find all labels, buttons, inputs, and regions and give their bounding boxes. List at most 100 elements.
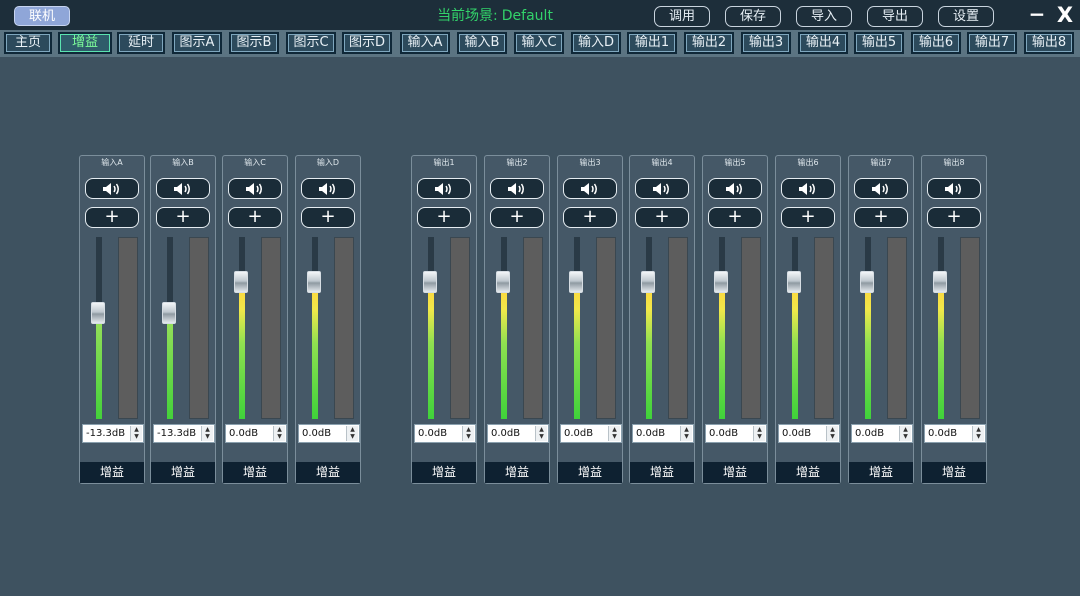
add-button[interactable]: + (854, 207, 908, 228)
fader-knob[interactable] (423, 271, 437, 293)
connect-button[interactable]: 联机 (14, 6, 70, 26)
mute-button[interactable] (301, 178, 355, 199)
spin-up-icon[interactable]: ▲ (900, 426, 911, 433)
gain-input[interactable]: 0.0dB ▲ ▼ (298, 424, 360, 443)
gain-spinner[interactable]: ▲ ▼ (462, 426, 474, 441)
add-button[interactable]: + (417, 207, 471, 228)
minimize-button[interactable]: − (1028, 3, 1046, 25)
spin-up-icon[interactable]: ▲ (609, 426, 620, 433)
add-button[interactable]: + (156, 207, 210, 228)
tab-4[interactable]: 图示B (229, 32, 279, 54)
spin-down-icon[interactable]: ▼ (973, 433, 984, 440)
mute-button[interactable] (85, 178, 139, 199)
fader-knob[interactable] (569, 271, 583, 293)
tab-1[interactable]: 增益 (58, 32, 112, 54)
gain-input[interactable]: 0.0dB ▲ ▼ (414, 424, 476, 443)
gain-spinner[interactable]: ▲ ▼ (753, 426, 765, 441)
fader-knob[interactable] (162, 302, 176, 324)
tab-5[interactable]: 图示C (286, 32, 336, 54)
add-button[interactable]: + (635, 207, 689, 228)
mute-button[interactable] (927, 178, 981, 199)
gain-spinner[interactable]: ▲ ▼ (346, 426, 358, 441)
add-button[interactable]: + (85, 207, 139, 228)
spin-up-icon[interactable]: ▲ (202, 426, 213, 433)
tab-6[interactable]: 图示D (342, 32, 392, 54)
tab-16[interactable]: 输出6 (911, 32, 961, 54)
gain-spinner[interactable]: ▲ ▼ (899, 426, 911, 441)
mute-button[interactable] (228, 178, 282, 199)
gain-input[interactable]: 0.0dB ▲ ▼ (560, 424, 622, 443)
tab-12[interactable]: 输出2 (684, 32, 734, 54)
import-button[interactable]: 导入 (796, 6, 852, 27)
tab-13[interactable]: 输出3 (741, 32, 791, 54)
add-button[interactable]: + (228, 207, 282, 228)
spin-down-icon[interactable]: ▼ (900, 433, 911, 440)
mute-button[interactable] (854, 178, 908, 199)
gain-input[interactable]: 0.0dB ▲ ▼ (705, 424, 767, 443)
mute-button[interactable] (708, 178, 762, 199)
tab-11[interactable]: 输出1 (627, 32, 677, 54)
tab-15[interactable]: 输出5 (854, 32, 904, 54)
spin-up-icon[interactable]: ▲ (463, 426, 474, 433)
fader-knob[interactable] (714, 271, 728, 293)
fader-knob[interactable] (91, 302, 105, 324)
gain-input[interactable]: -13.3dB ▲ ▼ (82, 424, 144, 443)
fader-knob[interactable] (933, 271, 947, 293)
close-button[interactable]: X (1054, 3, 1076, 27)
spin-down-icon[interactable]: ▼ (609, 433, 620, 440)
gain-input[interactable]: -13.3dB ▲ ▼ (153, 424, 215, 443)
gain-spinner[interactable]: ▲ ▼ (972, 426, 984, 441)
fader-knob[interactable] (307, 271, 321, 293)
spin-up-icon[interactable]: ▲ (347, 426, 358, 433)
tab-7[interactable]: 输入A (400, 32, 450, 54)
fader-knob[interactable] (234, 271, 248, 293)
spin-up-icon[interactable]: ▲ (274, 426, 285, 433)
export-button[interactable]: 导出 (867, 6, 923, 27)
add-button[interactable]: + (781, 207, 835, 228)
add-button[interactable]: + (927, 207, 981, 228)
tab-14[interactable]: 输出4 (798, 32, 848, 54)
mute-button[interactable] (635, 178, 689, 199)
spin-down-icon[interactable]: ▼ (463, 433, 474, 440)
spin-down-icon[interactable]: ▼ (202, 433, 213, 440)
add-button[interactable]: + (708, 207, 762, 228)
mute-button[interactable] (490, 178, 544, 199)
spin-down-icon[interactable]: ▼ (827, 433, 838, 440)
spin-up-icon[interactable]: ▲ (536, 426, 547, 433)
fader-knob[interactable] (496, 271, 510, 293)
tab-3[interactable]: 图示A (172, 32, 222, 54)
tab-8[interactable]: 输入B (457, 32, 507, 54)
spin-up-icon[interactable]: ▲ (973, 426, 984, 433)
tab-18[interactable]: 输出8 (1024, 32, 1074, 54)
mute-button[interactable] (563, 178, 617, 199)
gain-spinner[interactable]: ▲ ▼ (130, 426, 142, 441)
tab-0[interactable]: 主页 (4, 32, 52, 54)
mute-button[interactable] (156, 178, 210, 199)
tab-17[interactable]: 输出7 (967, 32, 1017, 54)
add-button[interactable]: + (490, 207, 544, 228)
gain-spinner[interactable]: ▲ ▼ (535, 426, 547, 441)
fader-knob[interactable] (641, 271, 655, 293)
recall-button[interactable]: 调用 (654, 6, 710, 27)
tab-2[interactable]: 延时 (117, 32, 165, 54)
spin-down-icon[interactable]: ▼ (754, 433, 765, 440)
fader-knob[interactable] (787, 271, 801, 293)
gain-input[interactable]: 0.0dB ▲ ▼ (924, 424, 986, 443)
gain-spinner[interactable]: ▲ ▼ (201, 426, 213, 441)
add-button[interactable]: + (301, 207, 355, 228)
spin-down-icon[interactable]: ▼ (347, 433, 358, 440)
gain-input[interactable]: 0.0dB ▲ ▼ (851, 424, 913, 443)
spin-up-icon[interactable]: ▲ (131, 426, 142, 433)
mute-button[interactable] (781, 178, 835, 199)
gain-spinner[interactable]: ▲ ▼ (826, 426, 838, 441)
save-button[interactable]: 保存 (725, 6, 781, 27)
fader-knob[interactable] (860, 271, 874, 293)
add-button[interactable]: + (563, 207, 617, 228)
gain-input[interactable]: 0.0dB ▲ ▼ (225, 424, 287, 443)
spin-up-icon[interactable]: ▲ (681, 426, 692, 433)
settings-button[interactable]: 设置 (938, 6, 994, 27)
gain-spinner[interactable]: ▲ ▼ (680, 426, 692, 441)
spin-down-icon[interactable]: ▼ (681, 433, 692, 440)
gain-input[interactable]: 0.0dB ▲ ▼ (487, 424, 549, 443)
tab-10[interactable]: 输入D (571, 32, 621, 54)
